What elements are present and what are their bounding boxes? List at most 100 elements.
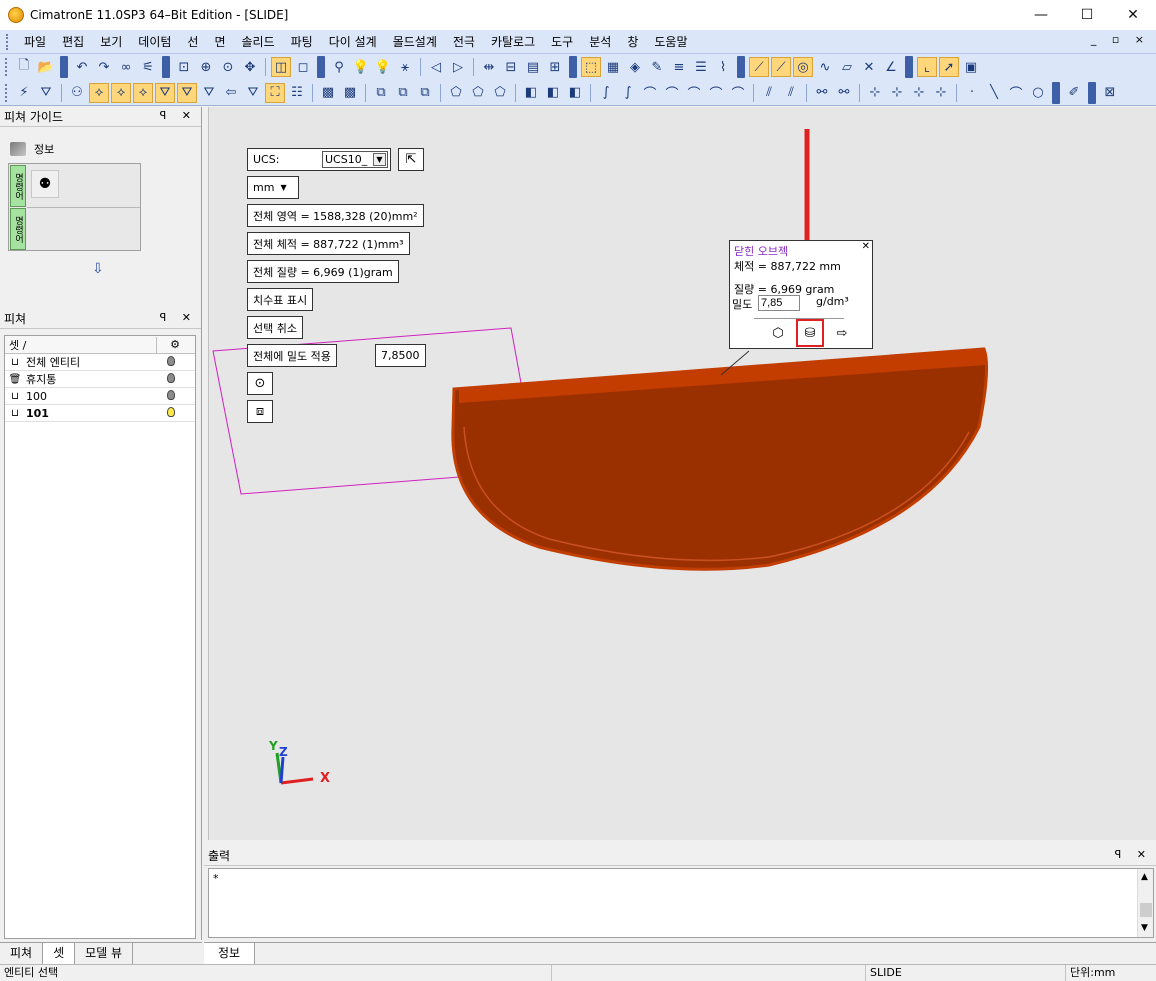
ucs-dropdown[interactable]: UCS10_ ▼ xyxy=(322,151,388,168)
pen-icon[interactable]: ✎ xyxy=(647,57,667,77)
pick-spline-icon[interactable]: ∿ xyxy=(815,57,835,77)
tab-info[interactable]: 정보 xyxy=(204,943,256,964)
toolbar-overflow[interactable] xyxy=(569,56,577,78)
select-prev-icon[interactable]: ⇦ xyxy=(221,83,241,103)
solid-3-icon[interactable]: ◧ xyxy=(565,83,585,103)
mdi-controls[interactable]: _ ▫ × xyxy=(1091,33,1150,46)
panel-pin-close[interactable]: ꟼ ✕ xyxy=(1115,848,1152,861)
mirror-2-icon[interactable]: ⫽ xyxy=(781,83,801,103)
menu-tools[interactable]: 도구 xyxy=(543,31,581,53)
apply-density-icon[interactable]: ⛁ xyxy=(796,319,824,347)
toolbar-grip[interactable] xyxy=(5,83,8,102)
scroll-down-icon[interactable]: ▼ xyxy=(1141,923,1148,933)
hide-icon[interactable]: 💡 xyxy=(373,57,393,77)
scroll-thumb[interactable] xyxy=(1140,903,1152,917)
select-points-icon[interactable]: ⛛ xyxy=(177,82,197,103)
pick-plane-icon[interactable]: ▱ xyxy=(837,57,857,77)
apply-density-button[interactable]: 전체에 밀도 적용 xyxy=(247,344,337,367)
toolbar-overflow[interactable] xyxy=(162,56,170,78)
visibility-column-icon[interactable]: ⚙ xyxy=(157,338,193,351)
menu-help[interactable]: 도움말 xyxy=(646,31,695,53)
scroll-up-icon[interactable]: ▲ xyxy=(1141,872,1148,882)
new-file-icon[interactable]: 🗋 xyxy=(14,57,34,77)
graphics-viewport[interactable]: UCS: UCS10_ ▼ ⇱ mm ▼ 전체 영역 = 1588,328 (2… xyxy=(208,107,1156,840)
feature-guide-tab-1[interactable]: 명령어 xyxy=(10,165,26,207)
paint-icon[interactable]: ◈ xyxy=(625,57,645,77)
exit-icon[interactable]: ⇩ xyxy=(92,261,104,277)
surface-2-icon[interactable]: ⬠ xyxy=(468,83,488,103)
palette-icon[interactable]: ▦ xyxy=(603,57,623,77)
curve-4-icon[interactable]: ⌒ xyxy=(662,83,682,103)
show-icon[interactable]: 💡 xyxy=(351,57,371,77)
output-text-area[interactable]: * ▲ ▼ xyxy=(208,868,1154,938)
shaded-view-icon[interactable]: ◫ xyxy=(271,57,291,77)
wireframe-view-icon[interactable]: ◻ xyxy=(293,57,313,77)
pan-icon[interactable]: ✥ xyxy=(240,57,260,77)
table-row[interactable]: 🗑 휴지통 xyxy=(5,371,195,388)
curve-3-icon[interactable]: ⌒ xyxy=(640,83,660,103)
minimize-button[interactable]: — xyxy=(1018,0,1064,30)
arc-icon[interactable]: ⌒ xyxy=(1006,83,1026,103)
distance-icon[interactable]: ⇹ xyxy=(479,57,499,77)
select-all-icon[interactable]: ⟡ xyxy=(89,82,109,103)
toolbar-overflow[interactable] xyxy=(1088,81,1096,104)
transform-icon[interactable]: ⊞ xyxy=(545,57,565,77)
output-scrollbar[interactable]: ▲ ▼ xyxy=(1137,869,1153,937)
table-row[interactable]: ⊔ 100 xyxy=(5,388,195,405)
glasses-icon[interactable]: ∞ xyxy=(116,57,136,77)
menu-surface[interactable]: 면 xyxy=(206,31,233,53)
menu-analysis[interactable]: 분석 xyxy=(581,31,619,53)
cube-icon[interactable]: ⬡ xyxy=(768,323,788,343)
toolbar-overflow[interactable] xyxy=(905,56,913,78)
menu-mold-design[interactable]: 몰드설계 xyxy=(385,31,445,53)
circle-icon[interactable]: ○ xyxy=(1028,83,1048,103)
table-row[interactable]: ⊔ 101 xyxy=(5,405,195,422)
brush-icon[interactable]: ⌇ xyxy=(713,57,733,77)
menu-die-design[interactable]: 다이 설계 xyxy=(321,31,385,53)
select-edges-icon[interactable]: ⟡ xyxy=(133,82,153,103)
feature-guide-info[interactable]: 정보 xyxy=(10,141,54,157)
menu-curve[interactable]: 선 xyxy=(179,31,206,53)
maximize-button[interactable]: ☐ xyxy=(1064,0,1110,30)
close-doc-icon[interactable]: ⊠ xyxy=(1100,83,1120,103)
menu-datum[interactable]: 데이텀 xyxy=(130,31,179,53)
menu-window[interactable]: 창 xyxy=(619,31,646,53)
show-dimension-button[interactable]: 치수표 표시 xyxy=(247,288,314,311)
point-4-icon[interactable]: ⊹ xyxy=(931,83,951,103)
connect-icon[interactable]: ⚇ xyxy=(67,83,87,103)
bulb-icon[interactable] xyxy=(156,406,186,420)
pick-angle-icon[interactable]: ∠ xyxy=(881,57,901,77)
zoom-all-icon[interactable]: ⊡ xyxy=(174,57,194,77)
curve-5-icon[interactable]: ⌒ xyxy=(684,83,704,103)
divide-icon[interactable]: ⚯ xyxy=(812,83,832,103)
toolbar-overflow[interactable] xyxy=(1052,81,1060,104)
select-curves-icon[interactable]: ⛛ xyxy=(155,82,175,103)
pick-box-icon[interactable]: ▣ xyxy=(961,57,981,77)
line-style-icon[interactable]: ≡ xyxy=(669,57,689,77)
dot-icon[interactable]: · xyxy=(962,83,982,103)
blank-icon[interactable]: ⚹ xyxy=(395,57,415,77)
toolbar-grip[interactable] xyxy=(5,58,8,76)
curve-7-icon[interactable]: ⌒ xyxy=(728,83,748,103)
menu-parting[interactable]: 파팅 xyxy=(283,31,321,53)
toolbar-overflow[interactable] xyxy=(737,56,745,78)
point-3-icon[interactable]: ⊹ xyxy=(909,83,929,103)
density-input[interactable]: 7,8500 xyxy=(375,344,426,367)
unit-dropdown[interactable]: mm ▼ xyxy=(247,176,299,199)
curve-1-icon[interactable]: ∫ xyxy=(596,83,616,103)
forward-icon[interactable]: ▷ xyxy=(448,57,468,77)
users-icon[interactable]: ⚉ xyxy=(31,170,59,198)
pick-intersect-icon[interactable]: ✕ xyxy=(859,57,879,77)
feature-guide-tab-2[interactable]: 명령어 xyxy=(10,208,26,250)
filter-select-icon[interactable]: ⚡ xyxy=(14,83,34,103)
menu-view[interactable]: 보기 xyxy=(92,31,130,53)
pick-cursor-icon[interactable]: ➚ xyxy=(939,57,959,77)
filter-icon[interactable]: ⚟ xyxy=(138,57,158,77)
select-list-icon[interactable]: ☷ xyxy=(287,83,307,103)
pick-axis-icon[interactable]: ⌞ xyxy=(917,57,937,77)
menu-grip[interactable] xyxy=(6,33,10,50)
undo-icon[interactable]: ↶ xyxy=(72,57,92,77)
select-box-icon[interactable]: ⛶ xyxy=(265,82,285,103)
pick-line-icon[interactable]: ⟋ xyxy=(749,57,769,77)
tab-model-view[interactable]: 모델 뷰 xyxy=(75,943,134,964)
